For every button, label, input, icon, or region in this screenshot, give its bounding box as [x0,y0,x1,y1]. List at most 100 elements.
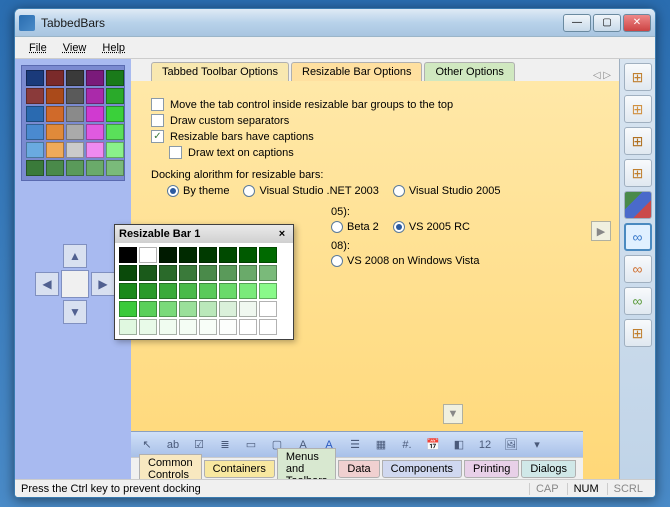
color-swatch[interactable] [239,301,257,317]
dock-guide-left[interactable]: ◀ [35,272,59,296]
color-swatch[interactable] [179,301,197,317]
color-swatch[interactable] [199,247,217,263]
radio-vs2003[interactable]: Visual Studio .NET 2003 [243,185,378,197]
menu-help[interactable]: Help [94,40,133,56]
color-swatch[interactable] [219,301,237,317]
color-swatch[interactable] [46,160,64,176]
radio-vs2005[interactable]: Visual Studio 2005 [393,185,501,197]
numeric-icon[interactable]: 12 [477,437,493,453]
color-swatch[interactable] [259,301,277,317]
color-swatch[interactable] [179,265,197,281]
dock-btn-vs-green[interactable]: ∞ [624,287,652,315]
color-swatch[interactable] [26,70,44,86]
content-scroll-down[interactable]: ▼ [443,404,463,424]
color-swatch[interactable] [26,124,44,140]
btab-data[interactable]: Data [338,460,379,478]
float-color-grid[interactable] [115,243,293,339]
color-swatch[interactable] [26,160,44,176]
dock-btn-vs-orange[interactable]: ∞ [624,255,652,283]
color-swatch[interactable] [46,106,64,122]
btab-dialogs[interactable]: Dialogs [521,460,576,478]
checkbox-move-top[interactable] [151,98,164,111]
color-swatch[interactable] [179,283,197,299]
color-swatch[interactable] [66,124,84,140]
color-swatch[interactable] [106,70,124,86]
color-swatch[interactable] [219,247,237,263]
color-swatch[interactable] [199,319,217,335]
color-swatch[interactable] [159,301,177,317]
dock-guide-down[interactable]: ▼ [63,300,87,324]
color-swatch[interactable] [106,106,124,122]
dock-btn-1[interactable]: ⊞ [624,63,652,91]
color-swatch[interactable] [259,283,277,299]
dock-btn-2[interactable]: ⊞ [624,95,652,123]
color-swatch[interactable] [106,124,124,140]
menu-view[interactable]: View [55,40,95,56]
color-swatch[interactable] [66,88,84,104]
color-swatch[interactable] [66,106,84,122]
color-swatch[interactable] [46,88,64,104]
content-scroll-right[interactable]: ▶ [591,221,611,241]
color-swatch[interactable] [139,319,157,335]
color-swatch[interactable] [159,283,177,299]
color-swatch[interactable] [239,247,257,263]
color-swatch[interactable] [199,265,217,281]
color-swatch[interactable] [139,301,157,317]
color-swatch[interactable] [139,247,157,263]
color-swatch[interactable] [159,319,177,335]
color-swatch[interactable] [106,160,124,176]
btab-containers[interactable]: Containers [204,460,275,478]
color-swatch[interactable] [139,283,157,299]
color-swatch[interactable] [259,265,277,281]
color-swatch[interactable] [219,319,237,335]
notify-icon[interactable]: ◧ [451,437,467,453]
color-swatch[interactable] [179,247,197,263]
listbox-icon[interactable]: ☰ [347,437,363,453]
checkbox-captions[interactable]: ✓ [151,130,164,143]
color-swatch[interactable] [119,283,137,299]
floating-window-resizable-bar[interactable]: Resizable Bar 1 × [114,224,294,340]
checkbox-draw-text[interactable] [169,146,182,159]
color-swatch[interactable] [119,247,137,263]
dock-guide-center[interactable] [61,270,89,298]
radio-vs2005rc[interactable]: VS 2005 RC [393,221,470,233]
color-swatch[interactable] [139,265,157,281]
checkbox-icon[interactable]: ☑ [191,437,207,453]
btab-components[interactable]: Components [382,460,462,478]
minimize-button[interactable]: — [563,14,591,32]
color-swatch[interactable] [219,265,237,281]
color-swatch[interactable] [86,70,104,86]
color-swatch[interactable] [179,319,197,335]
color-swatch[interactable] [239,265,257,281]
color-swatch[interactable] [66,70,84,86]
color-swatch[interactable] [66,160,84,176]
radio-vs2008vista[interactable]: VS 2008 on Windows Vista [331,255,479,267]
float-close-button[interactable]: × [275,227,289,241]
dock-btn-3[interactable]: ⊞ [624,127,652,155]
color-swatch[interactable] [26,88,44,104]
checkbox-custom-separators[interactable] [151,114,164,127]
color-swatch[interactable] [199,301,217,317]
color-swatch[interactable] [239,283,257,299]
radio-by-theme[interactable]: By theme [167,185,229,197]
color-swatch[interactable] [199,283,217,299]
color-palette[interactable] [21,65,125,181]
color-swatch[interactable] [86,142,104,158]
titlebar[interactable]: TabbedBars — ▢ ✕ [15,9,655,37]
color-swatch[interactable] [86,88,104,104]
tab-other-options[interactable]: Other Options [424,62,514,81]
radio-beta2[interactable]: Beta 2 [331,221,379,233]
color-swatch[interactable] [239,319,257,335]
textbox-icon[interactable]: ab [165,437,181,453]
color-swatch[interactable] [86,106,104,122]
pointer-icon[interactable]: ↖ [139,437,155,453]
listview-icon[interactable]: ▦ [373,437,389,453]
dock-btn-vs-blue[interactable]: ∞ [624,223,652,251]
color-swatch[interactable] [106,88,124,104]
picture-icon[interactable]: 🖼 [503,437,519,453]
tab-toolbar-options[interactable]: Tabbed Toolbar Options [151,62,289,81]
dock-btn-9[interactable]: ⊞ [624,319,652,347]
color-swatch[interactable] [219,283,237,299]
dock-guide-right[interactable]: ▶ [91,272,115,296]
masked-icon[interactable]: #. [399,437,415,453]
